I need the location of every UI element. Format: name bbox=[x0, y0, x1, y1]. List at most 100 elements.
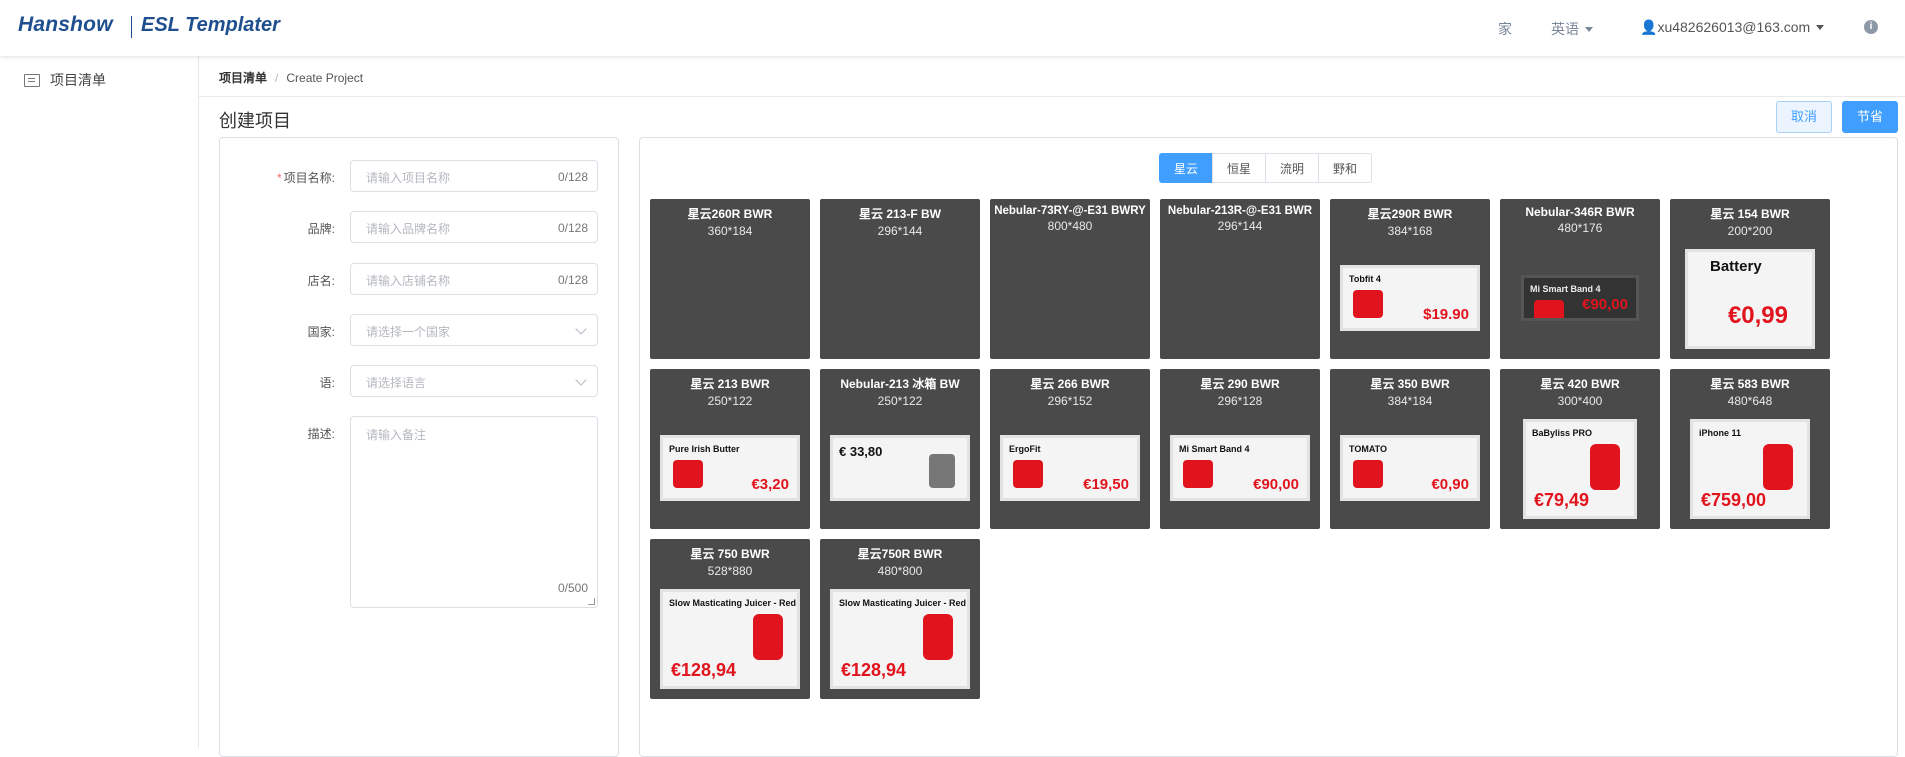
template-name: 星云 420 BWR bbox=[1540, 377, 1620, 391]
template-card[interactable]: 星云 154 BWR 200*200 Battery €0,99 bbox=[1670, 199, 1830, 359]
country-label: 国家: bbox=[307, 325, 335, 339]
template-card[interactable]: Nebular-346R BWR 480*176 Mi Smart Band 4 €9… bbox=[1500, 199, 1660, 359]
list-icon bbox=[24, 73, 40, 87]
store-placeholder: 请输入店铺名称 bbox=[366, 274, 451, 288]
brand-input[interactable]: 请输入品牌名称 0/128 bbox=[350, 211, 598, 243]
user-menu[interactable]: 👤xu482626013@163.com bbox=[1640, 19, 1825, 36]
template-preview-image: Slow Masticating Juicer - Red €128,94 bbox=[830, 589, 970, 689]
store-label: 店名: bbox=[307, 274, 335, 288]
template-card[interactable]: Nebular-213R-@-E31 BWR 296*144 bbox=[1160, 199, 1320, 359]
preview-title: Slow Masticating Juicer - Red bbox=[669, 598, 797, 608]
preview-title: Battery bbox=[1710, 258, 1762, 275]
product-image-icon bbox=[1353, 290, 1383, 318]
brand-placeholder: 请输入品牌名称 bbox=[366, 222, 451, 236]
breadcrumb-current: Create Project bbox=[286, 71, 364, 85]
preview-title: BaByliss PRO bbox=[1532, 428, 1593, 438]
store-counter: 0/128 bbox=[557, 273, 588, 287]
breadcrumb-separator: / bbox=[275, 71, 279, 85]
product-image-icon bbox=[1013, 460, 1043, 488]
required-mark: * bbox=[276, 171, 282, 185]
template-size: 296*144 bbox=[877, 224, 923, 238]
language-dropdown[interactable]: 英语 bbox=[1551, 19, 1593, 39]
preview-price: €79,49 bbox=[1534, 490, 1590, 510]
preview-title: € 33,80 bbox=[839, 444, 883, 459]
template-preview-image: BaByliss PRO €79,49 bbox=[1523, 419, 1637, 519]
template-size: 296*144 bbox=[1217, 219, 1263, 233]
template-card[interactable]: 星云 583 BWR 480*648 iPhone 11 €759,00 bbox=[1670, 369, 1830, 529]
template-size: 384*184 bbox=[1387, 394, 1433, 408]
product-image-icon bbox=[1183, 460, 1213, 488]
template-card[interactable]: 星云 750 BWR 528*880 Slow Masticating Juicer… bbox=[650, 539, 810, 699]
template-preview-image: TOMATO €0,90 bbox=[1340, 435, 1480, 501]
brand-logo[interactable]: Hanshow bbox=[18, 13, 113, 37]
info-icon[interactable]: i bbox=[1864, 20, 1878, 34]
template-card[interactable]: 星云 350 BWR 384*184 TOMATO €0,90 bbox=[1330, 369, 1490, 529]
tab-lumina[interactable]: 流明 bbox=[1265, 153, 1320, 183]
template-card[interactable]: 星云 213 BWR 250*122 Pure Irish Butter €3,20 bbox=[650, 369, 810, 529]
preview-title: Slow Masticating Juicer - Red bbox=[839, 598, 967, 608]
description-counter: 0/500 bbox=[557, 581, 588, 595]
template-preview-image: Battery €0,99 bbox=[1685, 249, 1815, 349]
tab-stellar[interactable]: 恒星 bbox=[1212, 153, 1267, 183]
template-preview-image: iPhone 11 €759,00 bbox=[1690, 419, 1810, 519]
product-image-icon bbox=[1534, 300, 1564, 318]
sidebar-item-label: 项目清单 bbox=[50, 72, 106, 88]
product-image-icon bbox=[673, 460, 703, 488]
template-card[interactable]: 星云750R BWR 480*800 Slow Masticating Juicer… bbox=[820, 539, 980, 699]
language-label: 英语 bbox=[1551, 21, 1579, 37]
template-name: 星云 154 BWR bbox=[1710, 207, 1790, 221]
template-size: 296*128 bbox=[1217, 394, 1263, 408]
preview-price: €128,94 bbox=[671, 660, 737, 680]
template-size: 800*480 bbox=[1047, 219, 1093, 233]
template-card[interactable]: Nebular-73RY-@-E31 BWRY 800*480 bbox=[990, 199, 1150, 359]
language-placeholder: 请选择语言 bbox=[366, 376, 427, 390]
template-name: Nebular-213 冰箱 BW bbox=[840, 377, 960, 391]
template-name: Nebular-346R BWR bbox=[1525, 205, 1635, 219]
save-button[interactable]: 节省 bbox=[1842, 101, 1898, 133]
sidebar-item-project-list[interactable]: 项目清单 bbox=[24, 70, 106, 90]
preview-price: €90,00 bbox=[1582, 296, 1628, 313]
description-textarea[interactable]: 请输入备注 0/500 bbox=[350, 416, 598, 608]
preview-title: iPhone 11 bbox=[1699, 428, 1742, 438]
template-name: 星云 213-F BW bbox=[858, 207, 941, 221]
template-card[interactable]: 星云 266 BWR 296*152 ErgoFit €19,50 bbox=[990, 369, 1150, 529]
template-card[interactable]: 星云290R BWR 384*168 Tobfit 4 $19.90 bbox=[1330, 199, 1490, 359]
preview-price: €19,50 bbox=[1083, 476, 1129, 493]
preview-title: Tobfit 4 bbox=[1349, 274, 1381, 284]
template-preview-image: Mi Smart Band 4 €90,00 bbox=[1521, 275, 1639, 321]
project-name-label-text: 项目名称: bbox=[283, 171, 335, 185]
template-preview-image: Mi Smart Band 4 €90,00 bbox=[1170, 435, 1310, 501]
cancel-button[interactable]: 取消 bbox=[1776, 101, 1832, 133]
template-size: 480*176 bbox=[1557, 221, 1603, 235]
preview-title: Mi Smart Band 4 bbox=[1179, 444, 1250, 454]
user-email: xu482626013@163.com bbox=[1657, 19, 1811, 35]
project-name-input[interactable]: 请输入项目名称 0/128 bbox=[350, 160, 598, 192]
chevron-down-icon bbox=[1816, 25, 1825, 30]
template-size: 528*880 bbox=[707, 564, 753, 578]
chevron-down-icon bbox=[575, 323, 587, 335]
breadcrumb: 项目清单 / Create Project bbox=[219, 69, 363, 86]
preview-price: €3,20 bbox=[751, 476, 789, 493]
template-name: Nebular-73RY-@-E31 BWRY bbox=[994, 205, 1146, 217]
template-card[interactable]: 星云 290 BWR 296*128 Mi Smart Band 4 €90,00 bbox=[1160, 369, 1320, 529]
template-card[interactable]: Nebular-213 冰箱 BW 250*122 € 33,80 bbox=[820, 369, 980, 529]
logo-divider bbox=[131, 16, 132, 38]
template-preview-image: ErgoFit €19,50 bbox=[1000, 435, 1140, 501]
product-image-icon bbox=[923, 614, 953, 660]
template-name: 星云 750 BWR bbox=[690, 547, 770, 561]
description-label: 描述: bbox=[307, 427, 335, 441]
tab-nebula[interactable]: 星云 bbox=[1159, 153, 1214, 183]
tab-yehe[interactable]: 野和 bbox=[1318, 153, 1373, 183]
template-card[interactable]: 星云 420 BWR 300*400 BaByliss PRO €79,49 bbox=[1500, 369, 1660, 529]
language-select[interactable]: 请选择语言 bbox=[350, 365, 598, 397]
country-select[interactable]: 请选择一个国家 bbox=[350, 314, 598, 346]
breadcrumb-root[interactable]: 项目清单 bbox=[219, 71, 267, 85]
template-card[interactable]: 星云 213-F BW 296*144 bbox=[820, 199, 980, 359]
nav-home-link[interactable]: 家 bbox=[1498, 19, 1512, 39]
store-input[interactable]: 请输入店铺名称 0/128 bbox=[350, 263, 598, 295]
product-name: ESL Templater bbox=[141, 14, 280, 36]
resize-handle-icon[interactable] bbox=[588, 598, 595, 605]
template-card[interactable]: 星云260R BWR 360*184 bbox=[650, 199, 810, 359]
brand-counter: 0/128 bbox=[557, 221, 588, 235]
template-name: 星云750R BWR bbox=[857, 547, 943, 561]
